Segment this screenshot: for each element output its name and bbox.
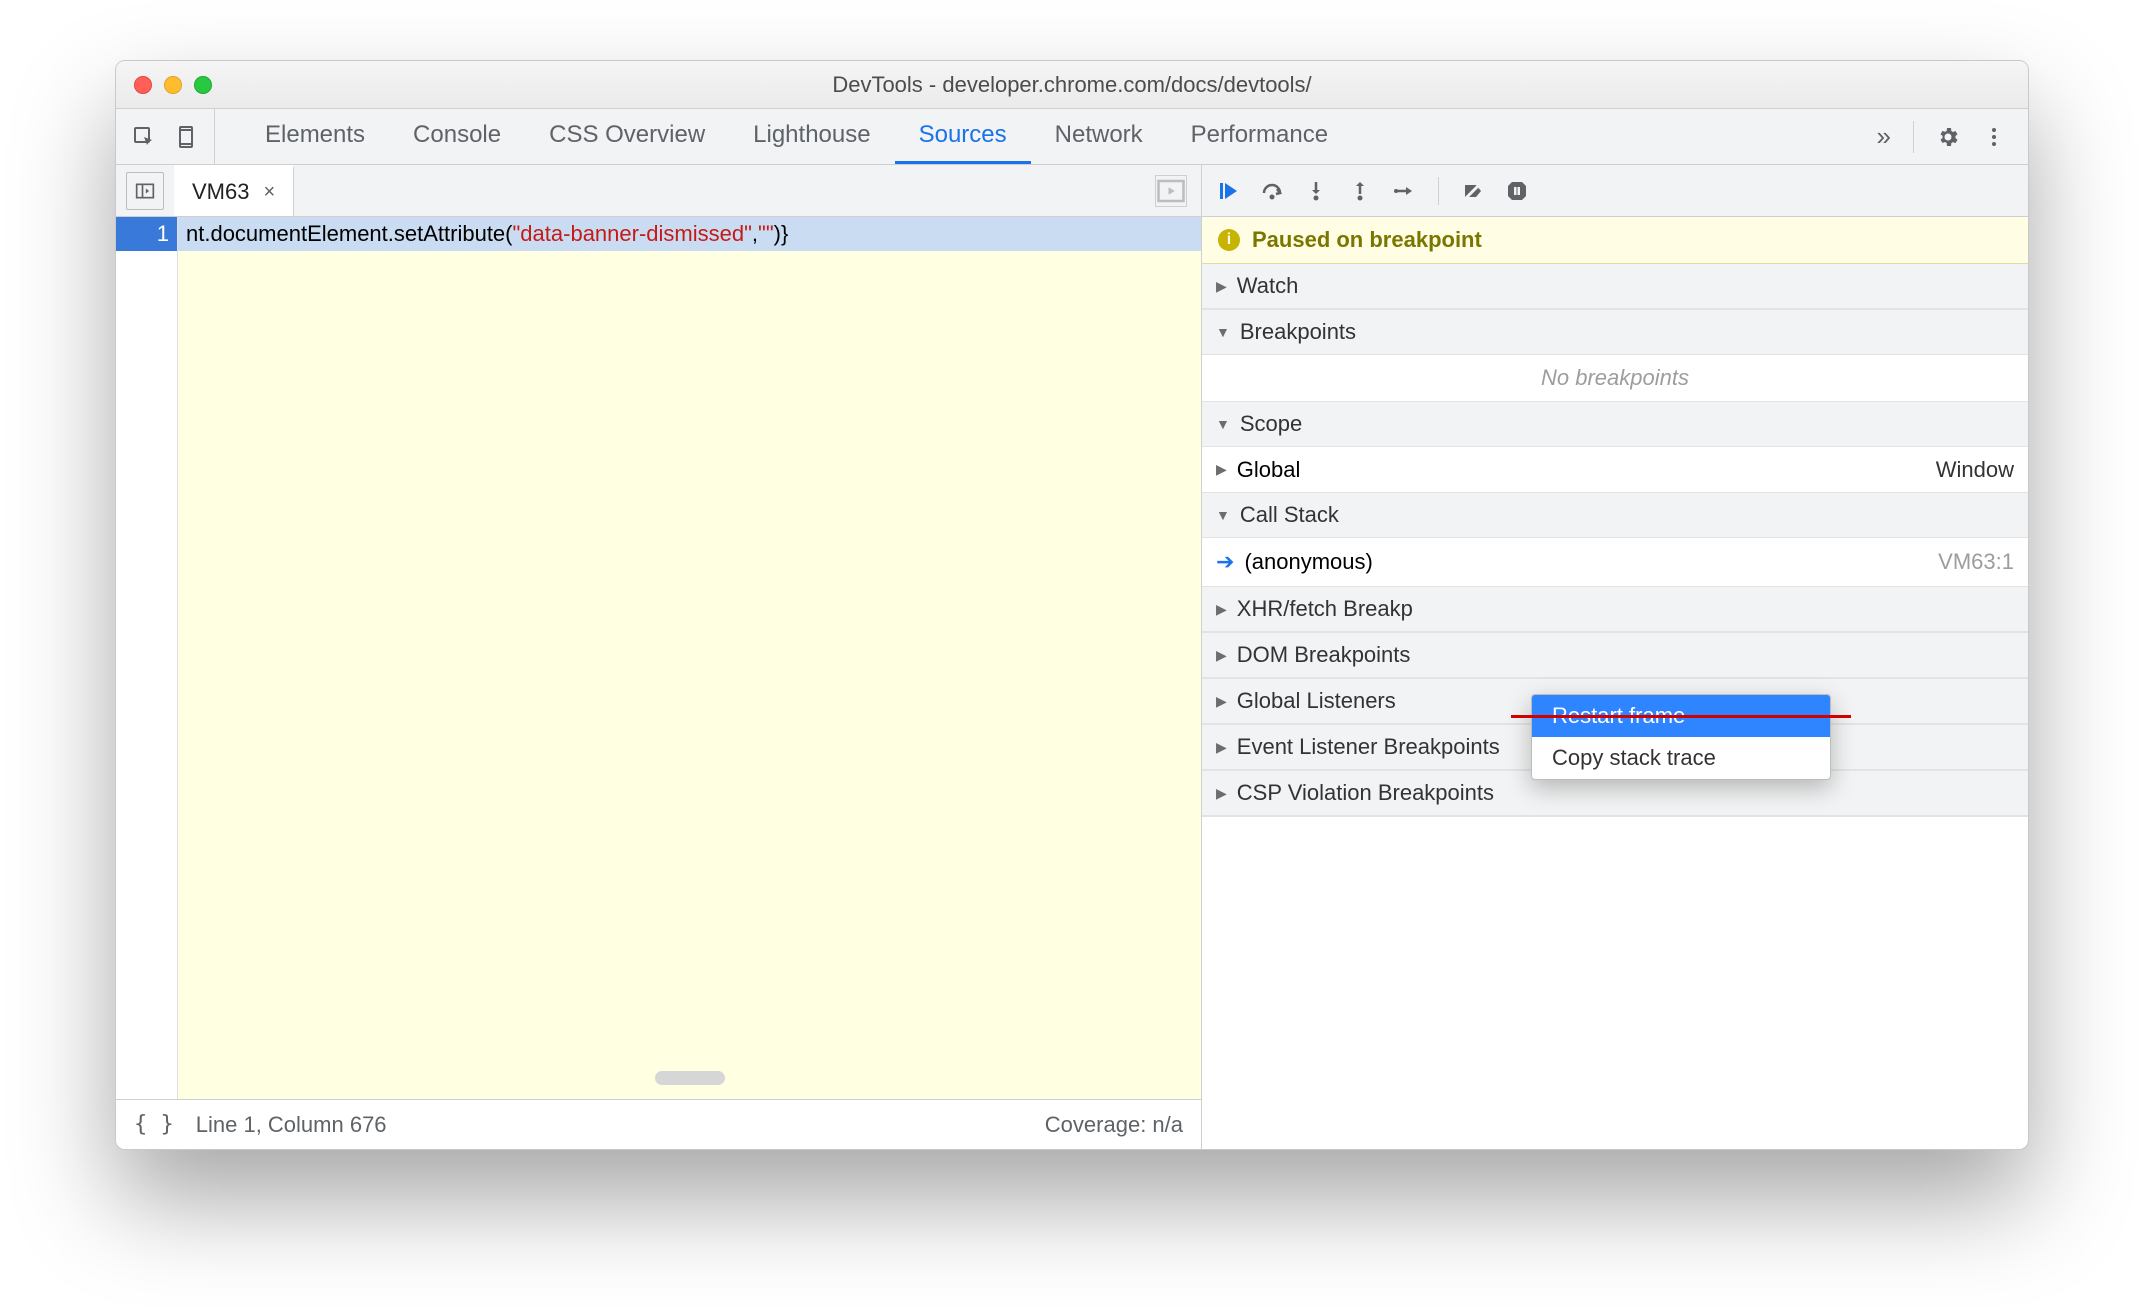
collapse-triangle-icon: ▶ [1216, 785, 1227, 802]
panel-tab-network[interactable]: Network [1031, 109, 1167, 164]
debugger-toolbar [1202, 165, 2028, 217]
collapse-triangle-icon: ▶ [1216, 278, 1227, 295]
scope-header[interactable]: ▼Scope [1202, 402, 2028, 447]
settings-gear-icon[interactable] [1936, 125, 1960, 149]
breakpoints-section: ▼Breakpoints No breakpoints [1202, 310, 2028, 402]
window-title: DevTools - developer.chrome.com/docs/dev… [116, 72, 2028, 98]
collapse-triangle-icon: ▶ [1216, 647, 1227, 664]
panel-tab-lighthouse[interactable]: Lighthouse [729, 109, 894, 164]
watch-section: ▶Watch [1202, 264, 2028, 310]
panel-tab-sources[interactable]: Sources [895, 109, 1031, 164]
divider [1913, 121, 1914, 153]
watch-header[interactable]: ▶Watch [1202, 264, 2028, 309]
sources-editor-pane: VM63 × 1 nt.documentElement.setAttribute… [116, 165, 1202, 1149]
run-snippet-icon[interactable] [1155, 175, 1187, 207]
callstack-frame-row[interactable]: ➔ (anonymous) VM63:1 [1202, 538, 2028, 586]
pause-on-exceptions-icon[interactable] [1505, 179, 1529, 203]
deactivate-breakpoints-icon[interactable] [1461, 179, 1485, 203]
collapse-triangle-icon: ▶ [1216, 693, 1227, 710]
breakpoints-header[interactable]: ▼Breakpoints [1202, 310, 2028, 355]
file-tab-label: VM63 [192, 179, 249, 205]
current-frame-arrow-icon: ➔ [1216, 549, 1234, 575]
panel-tab-performance[interactable]: Performance [1167, 109, 1352, 164]
code-line-1: nt.documentElement.setAttribute("data-ba… [178, 217, 1201, 251]
panel-tab-css-overview[interactable]: CSS Overview [525, 109, 729, 164]
callstack-header[interactable]: ▼Call Stack [1202, 493, 2028, 538]
coverage-status: Coverage: n/a [1045, 1112, 1183, 1138]
paused-banner: i Paused on breakpoint [1202, 217, 2028, 264]
step-icon[interactable] [1392, 179, 1416, 203]
scope-global-value: Window [1936, 457, 2014, 483]
callstack-frame-label: (anonymous) [1244, 549, 1372, 575]
expand-triangle-icon: ▼ [1216, 324, 1230, 340]
gutter: 1 [116, 217, 178, 1099]
kebab-menu-icon[interactable] [1982, 125, 2006, 149]
inspect-element-icon[interactable] [132, 125, 156, 149]
toolbar-separator [1438, 177, 1439, 205]
no-breakpoints-text: No breakpoints [1202, 355, 2028, 401]
cursor-position: Line 1, Column 676 [196, 1112, 387, 1138]
callstack-context-menu: Restart frame Copy stack trace [1531, 694, 1831, 780]
scope-section: ▼Scope ▶ Global Window [1202, 402, 2028, 493]
expand-triangle-icon: ▼ [1216, 507, 1230, 523]
step-out-icon[interactable] [1348, 179, 1372, 203]
navigator-toggle-icon[interactable] [126, 172, 164, 210]
panel-tabs: Elements Console CSS Overview Lighthouse… [241, 109, 1352, 164]
annotation-strike [1511, 715, 1851, 718]
dom-breakpoints-section: ▶DOM Breakpoints [1202, 633, 2028, 679]
device-toolbar-icon[interactable] [174, 125, 198, 149]
code-editor[interactable]: 1 nt.documentElement.setAttribute("data-… [116, 217, 1201, 1099]
line-number: 1 [116, 217, 177, 251]
panel-tab-row: Elements Console CSS Overview Lighthouse… [116, 109, 2028, 165]
ctx-copy-stack-trace[interactable]: Copy stack trace [1532, 737, 1830, 779]
info-icon: i [1218, 229, 1240, 251]
collapse-triangle-icon: ▶ [1216, 739, 1227, 756]
code-body: nt.documentElement.setAttribute("data-ba… [178, 217, 1201, 1099]
expand-triangle-icon: ▼ [1216, 416, 1230, 432]
file-tab-bar: VM63 × [116, 165, 1201, 217]
scope-global-label: Global [1237, 457, 1301, 483]
panel-overflow-button[interactable]: » [1877, 121, 1891, 152]
inspect-tools [116, 109, 215, 164]
resume-icon[interactable] [1216, 179, 1240, 203]
xhr-breakpoints-header[interactable]: ▶XHR/fetch Breakp [1202, 587, 2028, 632]
dom-breakpoints-header[interactable]: ▶DOM Breakpoints [1202, 633, 2028, 678]
debugger-pane: i Paused on breakpoint ▶Watch ▼Breakpoin… [1202, 165, 2028, 1149]
collapse-triangle-icon: ▶ [1216, 601, 1227, 618]
panel-tab-elements[interactable]: Elements [241, 109, 389, 164]
callstack-section: ▼Call Stack ➔ (anonymous) VM63:1 [1202, 493, 2028, 587]
scope-global-row[interactable]: ▶ Global Window [1202, 447, 2028, 492]
panel-tab-console[interactable]: Console [389, 109, 525, 164]
pretty-print-icon[interactable]: { } [134, 1112, 174, 1137]
horizontal-scrollbar[interactable] [655, 1071, 725, 1085]
step-over-icon[interactable] [1260, 179, 1284, 203]
tabrow-right: » [1877, 121, 2028, 153]
titlebar: DevTools - developer.chrome.com/docs/dev… [116, 61, 2028, 109]
devtools-window: DevTools - developer.chrome.com/docs/dev… [115, 60, 2029, 1150]
editor-status-bar: { } Line 1, Column 676 Coverage: n/a [116, 1099, 1201, 1149]
main-split: VM63 × 1 nt.documentElement.setAttribute… [116, 165, 2028, 1149]
collapse-triangle-icon: ▶ [1216, 461, 1227, 478]
file-tab-vm63[interactable]: VM63 × [174, 165, 294, 216]
xhr-breakpoints-section: ▶XHR/fetch Breakp [1202, 587, 2028, 633]
paused-text: Paused on breakpoint [1252, 227, 1482, 253]
callstack-frame-location: VM63:1 [1938, 549, 2014, 575]
file-tab-close-icon[interactable]: × [263, 181, 275, 204]
step-into-icon[interactable] [1304, 179, 1328, 203]
